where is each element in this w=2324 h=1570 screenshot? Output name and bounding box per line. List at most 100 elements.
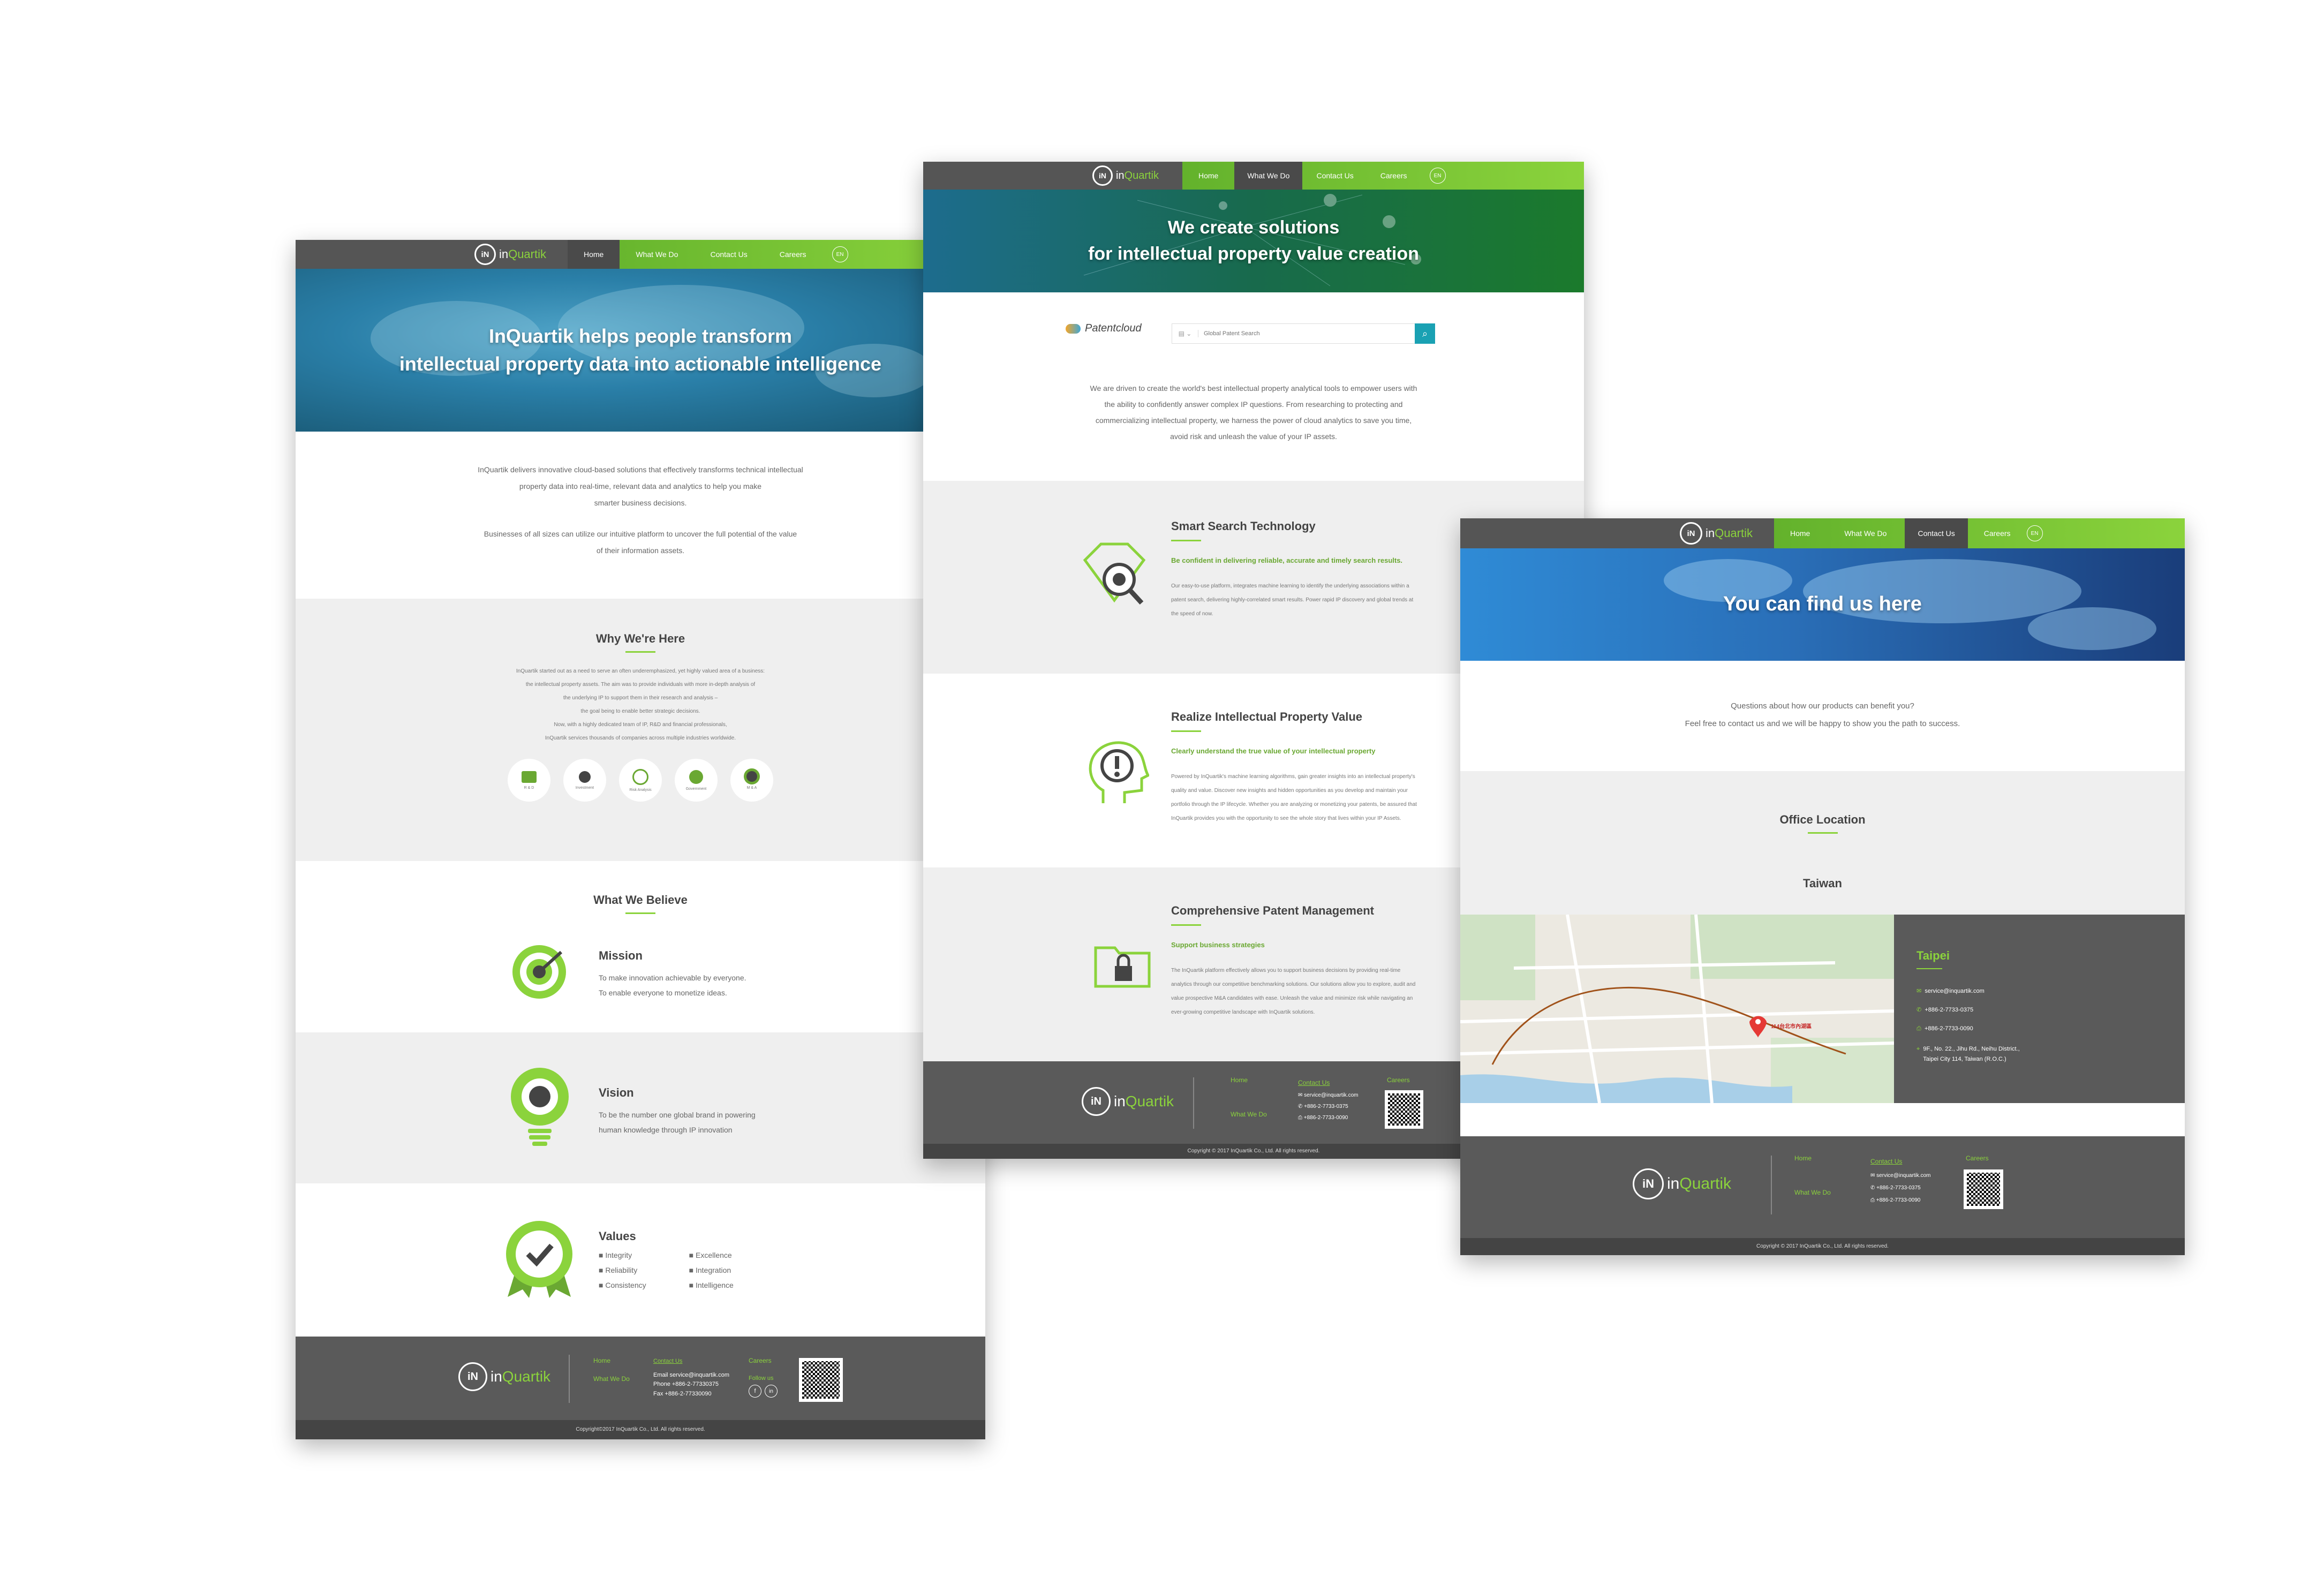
feature-line: ever-growing competitive landscape with …: [1171, 1009, 1315, 1015]
phone-icon: ✆: [1916, 1007, 1922, 1014]
footer-home-link[interactable]: Home: [593, 1357, 630, 1364]
footer-logo[interactable]: iN inQuartik: [1082, 1087, 1174, 1116]
footer-logo[interactable]: iN inQuartik: [1633, 1168, 1731, 1199]
nav-what-we-do[interactable]: What We Do: [1234, 162, 1303, 190]
hero-title-line1: InQuartik helps people transform: [488, 324, 793, 347]
footer-what-we-do-link[interactable]: What We Do: [1794, 1189, 1831, 1196]
why-line: the intellectual property assets. The ai…: [525, 682, 756, 688]
value-item: ■ Intelligence: [689, 1281, 734, 1289]
patentcloud-label: Patentcloud: [1085, 322, 1142, 334]
footer-fax: Fax +886-2-77330090: [653, 1390, 712, 1397]
values-title: Values: [599, 1229, 636, 1243]
contact-copyright: Copyright © 2017 InQuartik Co., Ltd. All…: [1460, 1238, 2185, 1255]
intro-line: smarter business decisions.: [594, 498, 687, 507]
footer-home-link[interactable]: Home: [1794, 1154, 1831, 1162]
qr-code: [799, 1358, 843, 1402]
language-toggle[interactable]: EN: [1429, 168, 1446, 184]
nav-home[interactable]: Home: [1774, 518, 1826, 548]
office-fax: ⎙ +886-2-7733-0090: [1916, 1025, 1973, 1032]
feature-title: Smart Search Technology: [1171, 519, 1316, 533]
feature-line: quality and value. Discover new insights…: [1171, 788, 1408, 794]
nav-home[interactable]: Home: [568, 240, 620, 269]
hero-title-line2: intellectual property data into actionab…: [399, 353, 882, 375]
map-marker-label: 114台北市內湖區: [1771, 1024, 1812, 1030]
qr-code: [1964, 1169, 2003, 1209]
intro-line: commercializing intellectual property, w…: [1095, 416, 1412, 425]
feature-line: portfolio through the IP lifecycle. Whet…: [1171, 802, 1417, 807]
city-title: Taipei: [1916, 949, 1950, 962]
patentcloud-logo[interactable]: Patentcloud: [1066, 322, 1142, 335]
feature-line: InQuartik provides you with the opportun…: [1171, 816, 1401, 821]
nav-contact-us[interactable]: Contact Us: [694, 240, 763, 269]
footer-what-we-do-link[interactable]: What We Do: [1231, 1111, 1267, 1118]
nav-what-we-do[interactable]: What We Do: [1826, 518, 1905, 548]
footer-logo[interactable]: iN inQuartik: [458, 1362, 550, 1391]
nav-what-we-do[interactable]: What We Do: [620, 240, 694, 269]
patent-search-input[interactable]: [1198, 330, 1415, 337]
search-button[interactable]: ⌕: [1415, 323, 1435, 344]
nav-careers[interactable]: Careers: [1368, 162, 1420, 190]
office-map[interactable]: 114台北市內湖區: [1460, 915, 1894, 1103]
contact-footer: iN inQuartik Home What We Do Contact Us …: [1460, 1136, 2185, 1238]
office-address: ⌖ 9F., No. 22., Jihu Rd., Neihu District…: [1916, 1045, 2020, 1063]
footer-contact-link[interactable]: Contact Us: [1298, 1076, 1358, 1090]
mission-title: Mission: [599, 949, 643, 962]
inquartik-logo[interactable]: iN inQuartik: [1092, 165, 1159, 186]
facebook-icon[interactable]: f: [749, 1385, 761, 1398]
office-info-panel: Taipei ✉ service@inquartik.com ✆ +886-2-…: [1894, 915, 2185, 1103]
believe-title: What We Believe: [593, 893, 688, 907]
feature-line: The InQuartik platform effectively allow…: [1171, 968, 1401, 973]
inquartik-logo[interactable]: iN inQuartik: [474, 244, 546, 265]
country-title: Taiwan: [1803, 877, 1842, 890]
contact-page-mockup: iN inQuartik Home What We Do Contact Us …: [1460, 518, 2185, 1255]
language-toggle[interactable]: EN: [2026, 525, 2043, 541]
nav-careers[interactable]: Careers: [1968, 518, 2027, 548]
value-item: ■ Excellence: [689, 1251, 732, 1259]
footer-careers-link[interactable]: Careers: [1387, 1076, 1410, 1084]
feature-title: Realize Intellectual Property Value: [1171, 710, 1363, 723]
head-idea-icon: [1082, 737, 1150, 809]
feature-line: analytics through our competitive benchm…: [1171, 982, 1416, 987]
feature-line: Our easy-to-use platform, integrates mac…: [1171, 583, 1409, 589]
patent-search-bar: ▤ ⌄: [1172, 323, 1416, 344]
cloud-icon: [1066, 323, 1081, 334]
feature-title: Comprehensive Patent Management: [1171, 904, 1374, 917]
target-icon: [510, 942, 569, 1004]
footer-contact-link[interactable]: Contact Us: [1870, 1154, 1930, 1169]
why-line: InQuartik started out as a need to serve…: [516, 668, 765, 674]
footer-home-link[interactable]: Home: [1231, 1076, 1267, 1084]
footer-careers-link[interactable]: Careers: [1966, 1154, 1989, 1162]
contact-intro-section: Questions about how our products can ben…: [1460, 661, 2185, 771]
feature-line: patent search, delivering highly-correla…: [1171, 597, 1414, 603]
feature-line: the speed of now.: [1171, 611, 1213, 617]
m-and-a-icon: M & A: [730, 759, 773, 802]
language-toggle[interactable]: EN: [832, 246, 848, 262]
footer-phone: ✆ +886-2-7733-0375: [1298, 1104, 1348, 1110]
intro-line: Feel free to contact us and we will be h…: [1685, 719, 1960, 728]
linkedin-icon[interactable]: in: [765, 1385, 778, 1398]
footer-what-we-do-link[interactable]: What We Do: [593, 1375, 630, 1383]
mail-icon: ✉: [1298, 1092, 1304, 1099]
footer-fax: ⎙ +886-2-7733-0090: [1870, 1197, 1921, 1203]
why-section: Why We're Here InQuartik started out as …: [296, 599, 985, 861]
intro-line: avoid risk and unleash the value of your…: [1170, 432, 1337, 441]
believe-section: What We Believe Mission To make innovati…: [296, 861, 985, 1032]
value-item: ■ Integration: [689, 1266, 731, 1274]
folder-lock-icon: [1093, 940, 1152, 991]
vision-line: To be the number one global brand in pow…: [599, 1111, 756, 1119]
home-copyright: Copyright©2017 InQuartik Co., Ltd. All r…: [296, 1420, 985, 1439]
logo-mark: iN: [474, 244, 496, 265]
nav-home[interactable]: Home: [1182, 162, 1234, 190]
nav-careers[interactable]: Careers: [764, 240, 823, 269]
inquartik-logo[interactable]: iN inQuartik: [1679, 522, 1753, 545]
fax-icon: ⎙: [1298, 1115, 1304, 1121]
footer-careers-link[interactable]: Careers: [749, 1357, 778, 1364]
home-footer: iN inQuartik Home What We Do Contact Us …: [296, 1337, 985, 1420]
footer-contact-link[interactable]: Contact Us: [653, 1357, 729, 1367]
nav-contact-us[interactable]: Contact Us: [1302, 162, 1367, 190]
intro-line: of their information assets.: [596, 546, 685, 555]
mission-line: To make innovation achievable by everyon…: [599, 973, 746, 982]
nav-contact-us[interactable]: Contact Us: [1905, 518, 1968, 548]
search-type-dropdown[interactable]: ▤ ⌄: [1172, 330, 1198, 337]
government-icon: Government: [675, 759, 718, 802]
